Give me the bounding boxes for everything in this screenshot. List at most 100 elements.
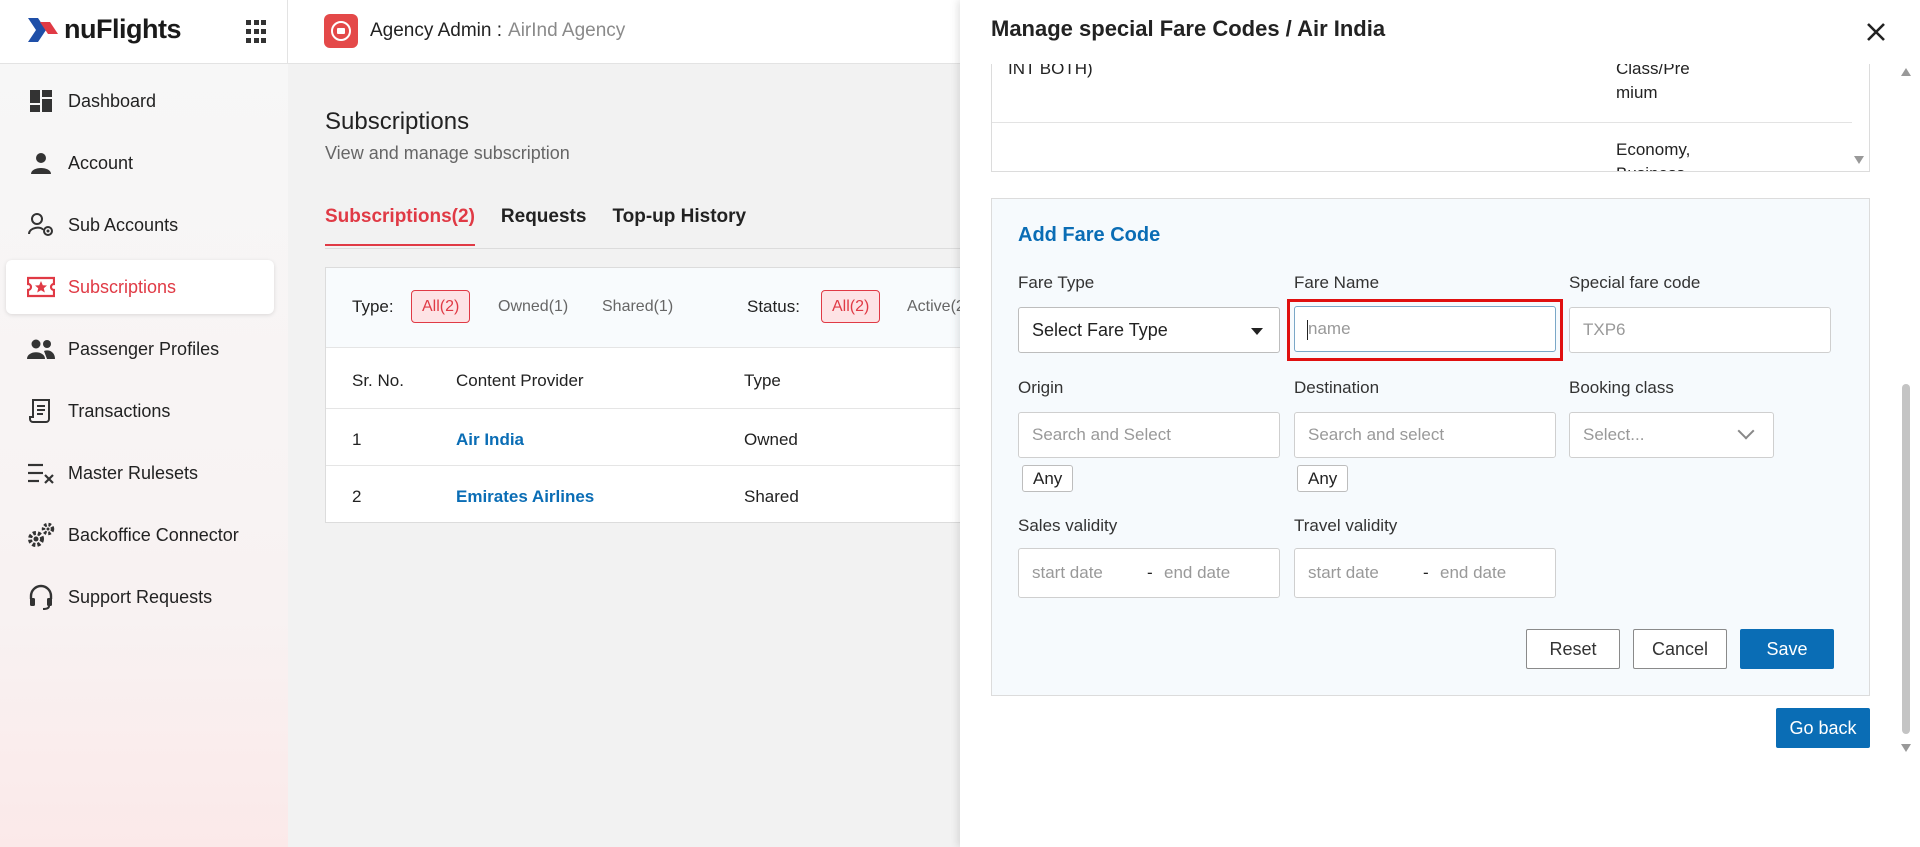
text-caret [1307,320,1308,340]
special-fare-code-input[interactable]: TXP6 [1569,307,1831,353]
table-scroll-down-icon[interactable] [1854,156,1864,164]
status-filter-all[interactable]: All(2) [821,290,881,323]
sidebar-item-dashboard[interactable]: Dashboard [6,74,274,128]
sidebar-item-subscriptions[interactable]: Subscriptions [6,260,274,314]
type-filter-owned[interactable]: Owned(1) [488,290,578,323]
travel-validity-label: Travel validity [1294,516,1398,535]
sidebar-item-label: Sub Accounts [68,214,179,235]
booking-class-select[interactable]: Select... [1569,412,1774,458]
special-fare-code-placeholder: TXP6 [1583,320,1626,339]
main-content: Subscriptions View and manage subscripti… [288,64,965,847]
sidebar-item-label: Account [68,152,134,173]
fare-codes-drawer: Manage special Fare Codes / Air India IN… [960,0,1920,847]
tab-requests[interactable]: Requests [501,206,587,246]
travel-validity-range[interactable]: start date - end date [1294,548,1556,598]
sidebar-item-label: Master Rulesets [68,462,199,483]
origin-input[interactable]: Search and Select [1018,412,1280,458]
page-subtitle: View and manage subscription [325,143,570,163]
status-filter-active[interactable]: Active(2 [897,290,964,323]
table-cell-type: Shared [744,487,799,506]
fare-name-label: Fare Name [1294,273,1380,292]
header-divider [287,0,288,64]
sidebar: Dashboard Account Sub Accounts Subscript… [0,64,288,847]
fare-name-placeholder: name [1308,319,1351,338]
provider-link-emirates[interactable]: Emirates Airlines [456,487,594,507]
sidebar-item-label: Transactions [68,400,171,421]
nuflights-logo[interactable]: nuFlights [26,14,181,45]
sidebar-item-label: Support Requests [68,586,213,607]
date-separator: - [1147,563,1153,582]
provider-link-air-india[interactable]: Air India [456,430,524,450]
save-button[interactable]: Save [1740,629,1834,669]
booking-class-placeholder: Select... [1583,425,1645,444]
fare-type-label: Fare Type [1018,273,1095,292]
agency-name: AirInd Agency [508,20,626,41]
top-bar: nuFlights Agency Admin : AirInd Agency [0,0,960,64]
fare-row-1-classes-l2: mium [1616,83,1658,102]
cancel-button[interactable]: Cancel [1633,629,1727,669]
sidebar-item-sub-accounts[interactable]: Sub Accounts [6,198,274,252]
origin-placeholder: Search and Select [1032,425,1171,444]
type-filter-label: Type: [352,297,394,316]
fare-row-2-classes-l1: Economy, [1616,140,1691,159]
destination-placeholder: Search and select [1308,425,1445,444]
chevron-down-icon [1737,422,1755,440]
scroll-down-arrow-icon[interactable] [1901,744,1911,752]
table-cell-sr: 1 [352,430,362,449]
fare-row-1-date-to: 2021-12-10 [1506,64,1593,69]
sidebar-item-backoffice-connector[interactable]: Backoffice Connector [6,508,274,562]
drawer-scrollbar[interactable] [1898,64,1912,764]
subscriptions-card: Type: All(2) Owned(1) Shared(1) Status: … [325,267,965,523]
sidebar-item-support-requests[interactable]: Support Requests [6,570,274,624]
add-fare-code-panel: Add Fare Code Fare Type Select Fare Type… [991,198,1870,696]
go-back-button[interactable]: Go back [1776,708,1870,748]
sidebar-item-transactions[interactable]: Transactions [6,384,274,438]
destination-any-button[interactable]: Any [1297,465,1349,492]
headset-icon [26,582,56,612]
scroll-thumb[interactable] [1902,384,1910,734]
page-title: Subscriptions [325,108,470,135]
fare-name-input[interactable]: name [1294,306,1556,352]
origin-any-button[interactable]: Any [1022,465,1074,492]
ticket-star-icon [26,272,56,302]
app-grid-icon[interactable] [246,20,270,44]
travel-end-date[interactable]: end date [1440,563,1506,583]
sidebar-item-passenger-profiles[interactable]: Passenger Profiles [6,322,274,376]
column-header-type: Type [744,371,781,390]
row-divider [326,408,964,409]
sales-validity-label: Sales validity [1018,516,1118,535]
close-icon[interactable] [1862,18,1890,46]
gears-icon [26,520,56,550]
sales-start-date[interactable]: start date [1032,563,1103,583]
reset-button[interactable]: Reset [1526,629,1620,669]
scroll-up-arrow-icon[interactable] [1901,68,1911,76]
fare-codes-table: INT BOTH) 2021-12-06 2021-12-10 Class/Pr… [991,64,1870,172]
travel-start-date[interactable]: start date [1308,563,1379,583]
person-icon [26,148,56,178]
tab-subscriptions[interactable]: Subscriptions(2) [325,206,475,246]
fare-row-1-classes-l1: Class/Pre [1616,64,1690,78]
fare-type-select[interactable]: Select Fare Type [1018,307,1280,353]
special-fare-code-label: Special fare code [1569,273,1701,292]
type-filter-shared[interactable]: Shared(1) [592,290,683,323]
table-cell-type: Owned [744,430,798,449]
type-filter-all[interactable]: All(2) [411,290,471,323]
agency-label: Agency Admin : [370,20,503,41]
sidebar-item-account[interactable]: Account [6,136,274,190]
tabs-divider [325,248,960,249]
logo-mark-icon [28,17,58,42]
fare-row-divider [992,122,1852,123]
agency-icon [324,14,358,48]
origin-label: Origin [1018,378,1064,397]
add-fare-code-title: Add Fare Code [1018,224,1161,246]
tab-topup-history[interactable]: Top-up History [612,206,746,246]
status-filter-label: Status: [747,297,800,316]
dropdown-arrow-icon [1251,328,1263,335]
destination-input[interactable]: Search and select [1294,412,1556,458]
sidebar-item-master-rulesets[interactable]: Master Rulesets [6,446,274,500]
sidebar-item-label: Subscriptions [68,276,177,297]
sales-validity-range[interactable]: start date - end date [1018,548,1280,598]
sales-end-date[interactable]: end date [1164,563,1230,583]
column-header-content-provider: Content Provider [456,371,584,390]
agency-info: Agency Admin : AirInd Agency [324,14,625,48]
